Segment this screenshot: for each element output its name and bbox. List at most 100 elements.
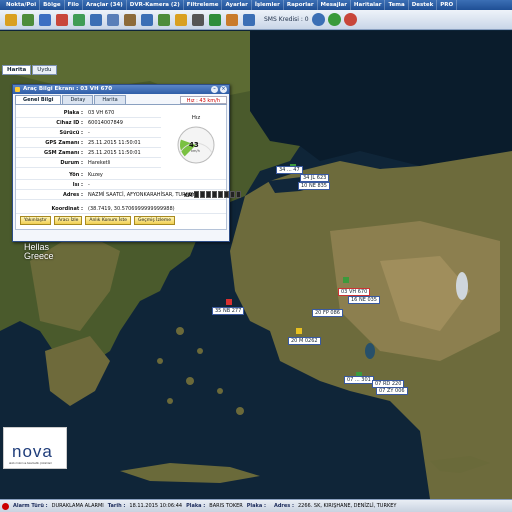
vehicle-label[interactable]: 20 FP 086 <box>312 309 343 317</box>
menu-item[interactable]: Destek <box>409 0 438 10</box>
vehicle-marker-icon[interactable] <box>296 328 302 334</box>
panel-title: Araç Bilgi Ekranı : 03 VH 670 <box>23 86 113 92</box>
minimize-icon[interactable]: – <box>211 86 218 93</box>
panel-actions: Yakınlaştır Aracı İzle Anlık Konum İste … <box>20 216 176 225</box>
plate-label: Plaka : <box>186 503 206 509</box>
export-button[interactable] <box>156 12 172 28</box>
info-row: Durum : Hareketli <box>16 159 161 168</box>
network-button[interactable] <box>3 12 19 28</box>
tab-detail[interactable]: Detay <box>62 95 94 104</box>
info-value: Hareketli <box>88 160 111 166</box>
vehicle-label[interactable]: 20 M 0262 <box>288 337 321 345</box>
info-row: Sürücü :- <box>16 129 161 138</box>
place-label-greece: Greece <box>24 251 54 261</box>
info-value: Kuzey <box>88 172 103 178</box>
alarm-button[interactable] <box>173 12 189 28</box>
info-key: Isı : <box>72 182 83 188</box>
vehicle-label[interactable]: 10 NE 835 <box>298 182 330 190</box>
speed-gauge: Hız 43 km/h <box>166 115 226 169</box>
close-icon[interactable]: × <box>220 86 227 93</box>
menu-item[interactable]: Filtreleme <box>184 0 223 10</box>
info-value: (38.7419, 30.5706999999999988) <box>88 206 175 212</box>
help-button[interactable] <box>241 12 257 28</box>
route-button[interactable] <box>37 12 53 28</box>
logout-icon[interactable] <box>343 13 357 26</box>
camera-button[interactable] <box>190 12 206 28</box>
mail-button[interactable] <box>139 12 155 28</box>
menu-item[interactable]: Haritalar <box>351 0 386 10</box>
track-vehicle-button[interactable]: Aracı İzle <box>53 216 83 225</box>
request-location-button[interactable]: Anlık Konum İste <box>85 216 132 225</box>
vehicle-label[interactable]: 34 JL 623 <box>300 174 330 182</box>
main-menu: Nokta/Poi Bölge Filo Araçlar (34) DVR-Kamera… <box>0 0 512 10</box>
report-icon <box>124 13 136 26</box>
info-key: Durum : <box>60 160 83 166</box>
history-playback-button[interactable]: Geçmiş İzleme <box>134 216 176 225</box>
plate-value: BARIS TOKER <box>209 503 243 509</box>
panel-titlebar[interactable]: Araç Bilgi Ekranı : 03 VH 670 – × <box>13 85 229 94</box>
settings-icon <box>107 13 119 26</box>
info-row: Cihaz ID : 60014007849 <box>16 119 161 128</box>
tab-map[interactable]: Harita <box>94 95 126 104</box>
menu-item[interactable]: DVR-Kamera (2) <box>127 0 184 10</box>
panel-tabs: Genel Bilgi Detay Harita Hız : 43 km/h <box>15 95 227 105</box>
region-button[interactable] <box>54 12 70 28</box>
info-row: Plaka : 03 VH 670 <box>16 109 161 118</box>
poi-button[interactable] <box>88 12 104 28</box>
network-icon <box>5 13 17 26</box>
tools-icon <box>226 13 238 26</box>
vehicle-marker-icon[interactable] <box>343 277 349 283</box>
tab-satellite[interactable]: Uydu <box>32 65 57 75</box>
map-button[interactable] <box>207 12 223 28</box>
region-icon <box>56 13 68 26</box>
menu-item[interactable]: Filo <box>65 0 83 10</box>
vehicle-info-panel: Araç Bilgi Ekranı : 03 VH 670 – × Genel … <box>12 84 241 242</box>
alarm-type-value: DURAKLAMA ALARMI <box>51 503 104 509</box>
poi-icon <box>90 13 102 26</box>
info-row: Adres : NAZMİ SAATCİ, AFYONKARAHİSAR, TUR… <box>16 191 226 200</box>
tab-map[interactable]: Harita <box>2 65 32 75</box>
sms-credit-label: SMS Kredisi : 0 <box>264 16 309 23</box>
plate2-label: Plaka : <box>246 503 266 509</box>
vehicle-label[interactable]: 03 VH 670 <box>338 288 371 296</box>
refresh-button[interactable] <box>71 12 87 28</box>
speed-badge: Hız : 43 km/h <box>179 96 227 104</box>
vehicle-label[interactable]: 07 ... 301 <box>344 376 374 384</box>
info-key: Koordinat : <box>51 206 83 212</box>
info-key: Cihaz ID : <box>56 120 83 126</box>
export-icon <box>158 13 170 26</box>
address-value: 2266. SK, KIRIŞHANE, DENİZLİ, TURKEY <box>298 503 397 509</box>
info-key: GSM Zamanı : <box>43 150 83 156</box>
info-value: 25.11.2015 11:50:01 <box>88 150 141 156</box>
settings-button[interactable] <box>105 12 121 28</box>
info-key: Adres : <box>62 192 83 198</box>
menu-item[interactable]: PRO <box>437 0 458 10</box>
zoom-in-button[interactable]: Yakınlaştır <box>20 216 51 225</box>
menu-item[interactable]: Nokta/Poi <box>3 0 41 10</box>
tab-general-info[interactable]: Genel Bilgi <box>15 95 62 104</box>
tools-button[interactable] <box>224 12 240 28</box>
menu-item[interactable]: Tema <box>385 0 409 10</box>
vehicle-marker-icon[interactable] <box>226 299 232 305</box>
vehicle-label[interactable]: 35 NB 277 <box>212 307 245 315</box>
toolbar: SMS Kredisi : 0 <box>0 10 512 30</box>
menu-item[interactable]: İşlemler <box>252 0 284 10</box>
menu-item[interactable]: Araçlar (34) <box>83 0 127 10</box>
alarm-icon[interactable] <box>2 502 9 510</box>
vehicle-list-icon <box>22 13 34 26</box>
menu-item[interactable]: Raporlar <box>284 0 318 10</box>
menu-item[interactable]: Bölge <box>40 0 65 10</box>
help-icon <box>243 13 255 26</box>
vehicle-label[interactable]: 07 ZY 006 <box>376 387 408 395</box>
sms-send-icon[interactable] <box>311 13 325 26</box>
mail-icon[interactable] <box>327 13 341 26</box>
vehicle-list-button[interactable] <box>20 12 36 28</box>
nova-logo: nova akıllı mobil ve telematik çözümleri <box>3 427 67 469</box>
report-button[interactable] <box>122 12 138 28</box>
menu-item[interactable]: Mesajlar <box>318 0 351 10</box>
logo-word: nova <box>12 442 53 461</box>
vehicle-label[interactable]: 34 ... 47 <box>276 166 303 174</box>
map-icon <box>209 13 221 26</box>
menu-item[interactable]: Ayarlar <box>222 0 252 10</box>
vehicle-label[interactable]: 16 NE 035 <box>348 296 380 304</box>
